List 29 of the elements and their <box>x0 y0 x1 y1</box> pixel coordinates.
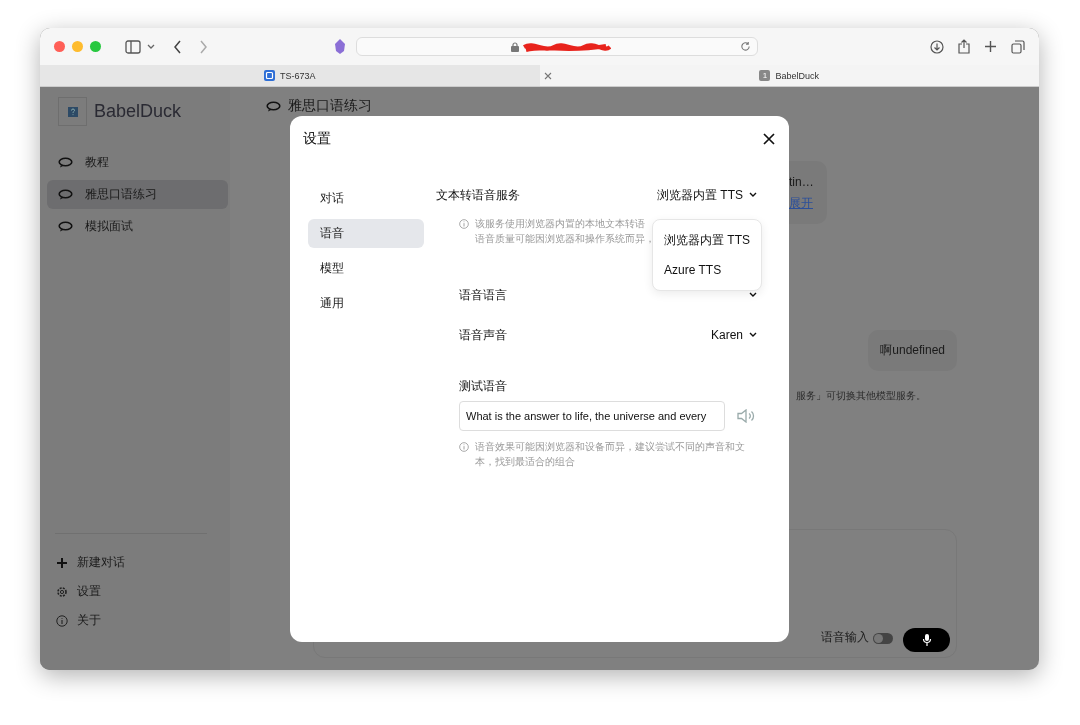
test-text-field[interactable]: What is the answer to life, the universe and every <box>459 401 725 431</box>
sidebar-action[interactable]: 设置 <box>47 577 230 606</box>
conversation-item[interactable]: 教程 <box>47 148 228 177</box>
message-text: tin… <box>789 175 815 189</box>
tab-favicon: 1 <box>759 70 771 81</box>
setting-label: 文本转语音服务 <box>436 186 520 204</box>
message-text: 啊undefined <box>880 343 945 357</box>
info-text: 语音效果可能因浏览器和设备而异，建议尝试不同的声音和文本，找到最适合的组合 <box>475 440 746 469</box>
tts-service-select[interactable]: 浏览器内置 TTS <box>657 186 757 204</box>
hint-text: 服务」可切换其他模型服务。 <box>796 389 927 403</box>
dialog-title: 设置 <box>303 130 331 148</box>
menu-option[interactable]: 浏览器内置 TTS <box>653 226 761 255</box>
browser-tab[interactable]: 1 BabelDuck <box>539 65 1039 86</box>
setting-label: 语音语言 <box>459 286 507 304</box>
setting-label: 语音声音 <box>459 326 507 344</box>
settings-tab[interactable]: 模型 <box>308 254 424 283</box>
info-text: 该服务使用浏览器内置的本地文本转语 语音质量可能因浏览器和操作系统而异， <box>475 217 655 246</box>
app-name: BabelDuck <box>94 101 182 122</box>
conversation-title: 雅思口语练习 <box>288 97 372 115</box>
sidebar-action[interactable]: 新建对话 <box>47 548 230 577</box>
setting-label: 测试语音 <box>459 378 508 395</box>
settings-tab[interactable]: 通用 <box>308 289 424 318</box>
conversation-item[interactable]: 模拟面试 <box>47 212 228 241</box>
settings-tab[interactable]: 语音 <box>308 219 424 248</box>
sidebar-action[interactable]: 关于 <box>47 606 230 635</box>
voice-select[interactable]: Karen <box>710 328 757 342</box>
settings-tab[interactable]: 对话 <box>308 184 424 213</box>
menu-option[interactable]: Azure TTS <box>653 255 761 284</box>
voice-input-label: 语音输入 <box>821 629 869 646</box>
